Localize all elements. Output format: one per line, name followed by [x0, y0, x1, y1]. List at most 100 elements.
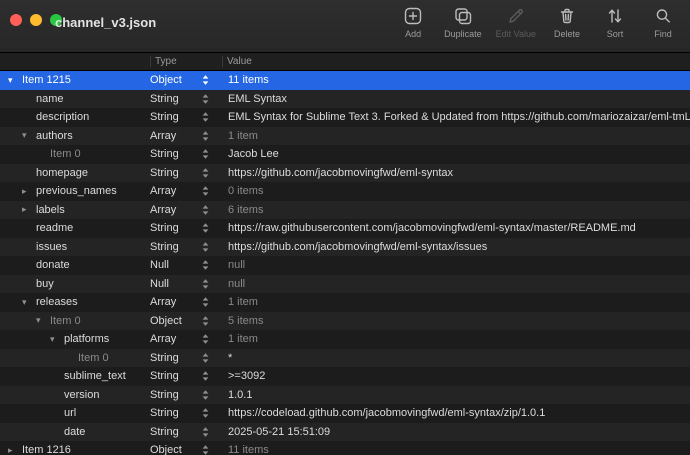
sort-button[interactable]: Sort	[598, 5, 632, 39]
chevron-down-icon[interactable]: ▾	[22, 130, 36, 141]
chevron-down-icon[interactable]: ▾	[22, 297, 36, 308]
row-key: date	[64, 426, 85, 438]
type-stepper-icon[interactable]	[201, 222, 210, 234]
type-stepper-icon[interactable]	[201, 204, 210, 216]
chevron-right-icon[interactable]: ▸	[22, 186, 36, 197]
row-type: Null	[150, 278, 169, 290]
tree-row[interactable]: ▾authorsArray1 item	[0, 127, 690, 146]
tree-row[interactable]: ▾releasesArray1 item	[0, 293, 690, 312]
row-value: 0 items	[222, 185, 690, 197]
tree-row[interactable]: Item 0StringJacob Lee	[0, 145, 690, 164]
row-value: 1 item	[222, 130, 690, 142]
column-header: Type Value	[0, 53, 690, 71]
type-stepper-icon[interactable]	[201, 389, 210, 401]
row-key: version	[64, 389, 99, 401]
tree-row[interactable]: ▸previous_namesArray0 items	[0, 182, 690, 201]
row-value: 1 item	[222, 333, 690, 345]
row-value: 6 items	[222, 204, 690, 216]
type-stepper-icon[interactable]	[201, 74, 210, 86]
tree-row[interactable]: readmeStringhttps://raw.githubuserconten…	[0, 219, 690, 238]
plus-icon	[403, 5, 423, 27]
row-value: >=3092	[222, 370, 690, 382]
row-value: null	[222, 278, 690, 290]
edit-value-button[interactable]: Edit Value	[496, 5, 536, 39]
chevron-right-icon[interactable]: ▸	[22, 204, 36, 215]
row-value: 11 items	[222, 444, 690, 455]
row-type: Null	[150, 259, 169, 271]
row-type: Array	[150, 204, 176, 216]
column-key	[0, 56, 150, 67]
row-value: null	[222, 259, 690, 271]
row-value: https://github.com/jacobmovingfwd/eml-sy…	[222, 167, 690, 179]
sort-button-label: Sort	[607, 29, 624, 39]
tree-row[interactable]: buyNullnull	[0, 275, 690, 294]
type-stepper-icon[interactable]	[201, 167, 210, 179]
row-key: previous_names	[36, 185, 117, 197]
row-type: String	[150, 111, 179, 123]
type-stepper-icon[interactable]	[201, 315, 210, 327]
row-key: Item 1216	[22, 444, 71, 455]
type-stepper-icon[interactable]	[201, 370, 210, 382]
window-title: channel_v3.json	[55, 15, 156, 30]
tree-row[interactable]: Item 0String*	[0, 349, 690, 368]
tree-row[interactable]: issuesStringhttps://github.com/jacobmovi…	[0, 238, 690, 257]
type-stepper-icon[interactable]	[201, 185, 210, 197]
row-value: EML Syntax	[222, 93, 690, 105]
type-stepper-icon[interactable]	[201, 148, 210, 160]
type-stepper-icon[interactable]	[201, 444, 210, 455]
sort-arrows-icon	[605, 5, 625, 27]
chevron-down-icon[interactable]: ▾	[50, 334, 64, 345]
row-type: Array	[150, 296, 176, 308]
type-stepper-icon[interactable]	[201, 352, 210, 364]
tree-row[interactable]: donateNullnull	[0, 256, 690, 275]
tree-row[interactable]: dateString2025-05-21 15:51:09	[0, 423, 690, 442]
type-stepper-icon[interactable]	[201, 407, 210, 419]
row-value: 1.0.1	[222, 389, 690, 401]
add-button[interactable]: Add	[396, 5, 430, 39]
tree-row[interactable]: sublime_textString>=3092	[0, 367, 690, 386]
row-type: String	[150, 93, 179, 105]
find-button[interactable]: Find	[646, 5, 680, 39]
duplicate-button[interactable]: Duplicate	[444, 5, 482, 39]
row-key: issues	[36, 241, 67, 253]
row-type: String	[150, 389, 179, 401]
row-key: platforms	[64, 333, 109, 345]
edit-value-button-label: Edit Value	[496, 29, 536, 39]
chevron-right-icon[interactable]: ▸	[8, 445, 22, 455]
tree-row[interactable]: ▸labelsArray6 items	[0, 201, 690, 220]
tree-row[interactable]: homepageStringhttps://github.com/jacobmo…	[0, 164, 690, 183]
column-type: Type	[150, 56, 222, 67]
tree-row[interactable]: ▾platformsArray1 item	[0, 330, 690, 349]
duplicate-icon	[453, 5, 473, 27]
tree-row[interactable]: ▾Item 1215Object11 items	[0, 71, 690, 90]
delete-button[interactable]: Delete	[550, 5, 584, 39]
row-value: 2025-05-21 15:51:09	[222, 426, 690, 438]
row-value: https://codeload.github.com/jacobmovingf…	[222, 407, 690, 419]
close-button[interactable]	[10, 14, 22, 26]
type-stepper-icon[interactable]	[201, 93, 210, 105]
tree-row[interactable]: descriptionStringEML Syntax for Sublime …	[0, 108, 690, 127]
chevron-down-icon[interactable]: ▾	[36, 315, 50, 326]
tree-row[interactable]: ▾Item 0Object5 items	[0, 312, 690, 331]
tree-rows: ▾Item 1215Object11 itemsnameStringEML Sy…	[0, 71, 690, 455]
row-key: Item 0	[50, 148, 81, 160]
tree-row[interactable]: urlStringhttps://codeload.github.com/jac…	[0, 404, 690, 423]
row-type: String	[150, 352, 179, 364]
type-stepper-icon[interactable]	[201, 426, 210, 438]
tree-row[interactable]: version String 1.0.1	[0, 386, 690, 405]
type-stepper-icon[interactable]	[201, 130, 210, 142]
row-key: url	[64, 407, 76, 419]
type-stepper-icon[interactable]	[201, 259, 210, 271]
minimize-button[interactable]	[30, 14, 42, 26]
type-stepper-icon[interactable]	[201, 296, 210, 308]
tree-row[interactable]: nameStringEML Syntax	[0, 90, 690, 109]
type-stepper-icon[interactable]	[201, 278, 210, 290]
type-stepper-icon[interactable]	[201, 333, 210, 345]
type-stepper-icon[interactable]	[201, 241, 210, 253]
row-type: String	[150, 148, 179, 160]
row-value: https://raw.githubusercontent.com/jacobm…	[222, 222, 690, 234]
pencil-icon	[506, 5, 526, 27]
chevron-down-icon[interactable]: ▾	[8, 75, 22, 86]
type-stepper-icon[interactable]	[201, 111, 210, 123]
row-key: homepage	[36, 167, 88, 179]
